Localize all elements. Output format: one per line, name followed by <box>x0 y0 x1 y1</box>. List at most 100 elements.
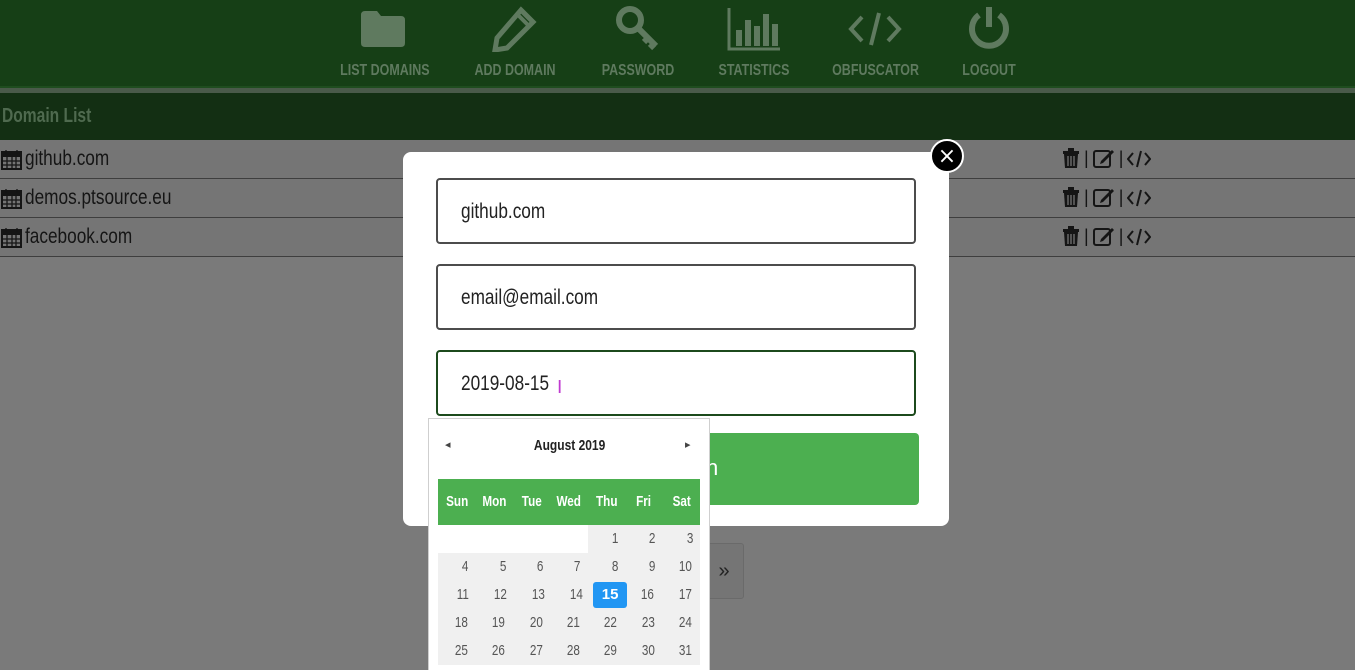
trash-icon[interactable] <box>1062 148 1080 169</box>
nav-label: STATISTICS <box>718 62 790 79</box>
separator: | <box>1084 187 1089 207</box>
day-cell[interactable]: 10 <box>662 553 700 581</box>
day-cell[interactable]: 2 <box>625 525 663 553</box>
separator: | <box>1118 226 1124 246</box>
separator: | <box>1118 187 1124 207</box>
calendar-week: 25 26 27 28 29 30 31 <box>438 637 700 665</box>
day-cell[interactable]: 23 <box>625 609 663 637</box>
pencil-icon <box>460 4 570 54</box>
calendar-week: 123 <box>438 525 700 553</box>
nav-list-domains[interactable]: LIST DOMAINS <box>328 4 438 80</box>
code-icon[interactable] <box>1127 149 1152 169</box>
day-cell[interactable]: 20 <box>512 609 551 637</box>
calendar-icon <box>1 188 22 214</box>
calendar-grid: 1 2 3 4 5 6 7 8 9 10 11 12 13 14 15 16 17 18 19 20 21 22 23 24 2… <box>438 525 700 665</box>
day-cell[interactable]: 22 <box>587 609 626 637</box>
day-cell[interactable]: 24 <box>662 609 700 637</box>
page-title: Domain List <box>2 105 92 127</box>
domain-name[interactable]: facebook.com <box>25 225 132 249</box>
date-field[interactable]: 2019-08-15 <box>436 350 916 416</box>
edit-icon[interactable] <box>1092 187 1115 208</box>
date-field-value: 2019-08-15 <box>461 372 550 395</box>
domain-name[interactable]: demos.ptsource.eu <box>25 186 171 210</box>
next-month-icon[interactable]: ▸ <box>685 438 691 451</box>
day-cell[interactable]: 9 <box>625 553 663 581</box>
day-cell[interactable]: 4 <box>438 553 476 581</box>
day-cell[interactable]: 27 <box>512 637 551 665</box>
day-cell[interactable]: 11 <box>438 581 477 609</box>
day-cell[interactable]: 8 <box>587 553 626 581</box>
folder-icon <box>328 4 438 54</box>
day-cell[interactable]: 21 <box>550 609 588 637</box>
calendar-week: 4 5 6 7 8 9 10 <box>438 553 700 581</box>
weekday-label: Fri <box>636 493 652 510</box>
day-cell[interactable]: 7 <box>550 553 588 581</box>
row-actions: | | <box>1062 187 1152 208</box>
datepicker: ◂ August 2019 ▸ Sun Mon Tue Wed Thu Fri Sat 12… <box>428 418 710 670</box>
day-cell[interactable]: 5 <box>475 553 513 581</box>
day-cell[interactable]: 28 <box>550 637 588 665</box>
nav-label: LIST DOMAINS <box>340 62 430 79</box>
empty-day-cell <box>438 525 475 553</box>
month-title: August 2019 <box>534 437 606 454</box>
nav-label: OBFUSCATOR <box>832 62 919 79</box>
empty-day-cell <box>513 525 550 553</box>
domain-name[interactable]: github.com <box>25 147 109 171</box>
text-cursor-icon: I <box>557 377 563 398</box>
weekday-label: Thu <box>595 493 618 510</box>
code-icon[interactable] <box>1127 188 1152 208</box>
nav-statistics[interactable]: STATISTICS <box>699 4 809 80</box>
day-cell[interactable]: 17 <box>661 581 700 609</box>
empty-day-cell <box>475 525 512 553</box>
code-icon <box>820 4 930 54</box>
day-cell[interactable]: 6 <box>512 553 551 581</box>
edit-icon[interactable] <box>1092 226 1115 247</box>
calendar-icon <box>1 227 22 253</box>
separator: | <box>1118 148 1124 168</box>
submit-button[interactable]: n <box>700 433 919 505</box>
domain-field[interactable]: github.com <box>436 178 916 244</box>
weekday-label: Tue <box>521 493 542 510</box>
nav-label: ADD DOMAIN <box>474 62 556 79</box>
day-cell[interactable]: 30 <box>625 637 663 665</box>
domain-list-header: Domain List <box>0 93 1355 140</box>
empty-day-cell <box>550 525 587 553</box>
day-cell[interactable]: 31 <box>662 637 700 665</box>
weekday-label: Sun <box>445 493 468 510</box>
calendar-week: 11 12 13 14 15 16 17 <box>438 581 700 609</box>
bar-chart-icon <box>699 4 809 54</box>
day-cell[interactable]: 13 <box>514 581 553 609</box>
nav-label: LOGOUT <box>962 62 1016 79</box>
trash-icon[interactable] <box>1062 187 1080 208</box>
calendar-week: 18 19 20 21 22 23 24 <box>438 609 700 637</box>
day-cell[interactable]: 15 <box>591 581 628 609</box>
trash-icon[interactable] <box>1062 226 1080 247</box>
day-cell[interactable]: 1 <box>587 525 626 553</box>
separator: | <box>1084 148 1089 168</box>
day-cell[interactable]: 18 <box>438 609 476 637</box>
domain-field-value: github.com <box>461 200 546 223</box>
day-cell[interactable]: 19 <box>475 609 513 637</box>
edit-icon[interactable] <box>1092 148 1115 169</box>
nav-password[interactable]: PASSWORD <box>583 4 693 80</box>
top-navigation: LIST DOMAINS ADD DOMAIN PASSWORD STATIST… <box>0 0 1355 88</box>
day-cell[interactable]: 3 <box>662 525 700 553</box>
close-button[interactable]: × <box>930 139 964 173</box>
day-cell[interactable]: 14 <box>552 581 592 609</box>
nav-logout[interactable]: LOGOUT <box>934 4 1044 80</box>
nav-obfuscator[interactable]: OBFUSCATOR <box>820 4 930 80</box>
separator: | <box>1084 226 1089 246</box>
email-field-value: email@email.com <box>461 286 599 309</box>
day-cell[interactable]: 26 <box>475 637 513 665</box>
day-cell[interactable]: 12 <box>476 581 515 609</box>
weekday-label: Mon <box>482 493 507 510</box>
day-cell[interactable]: 29 <box>587 637 626 665</box>
nav-add-domain[interactable]: ADD DOMAIN <box>460 4 570 80</box>
pagination-next-button[interactable]: » <box>704 543 744 599</box>
weekday-header: Sun Mon Tue Wed Thu Fri Sat <box>438 479 700 525</box>
code-icon[interactable] <box>1127 227 1152 247</box>
day-cell[interactable]: 25 <box>438 637 476 665</box>
day-cell[interactable]: 16 <box>623 581 662 609</box>
email-field[interactable]: email@email.com <box>436 264 916 330</box>
weekday-label: Wed <box>556 493 582 510</box>
